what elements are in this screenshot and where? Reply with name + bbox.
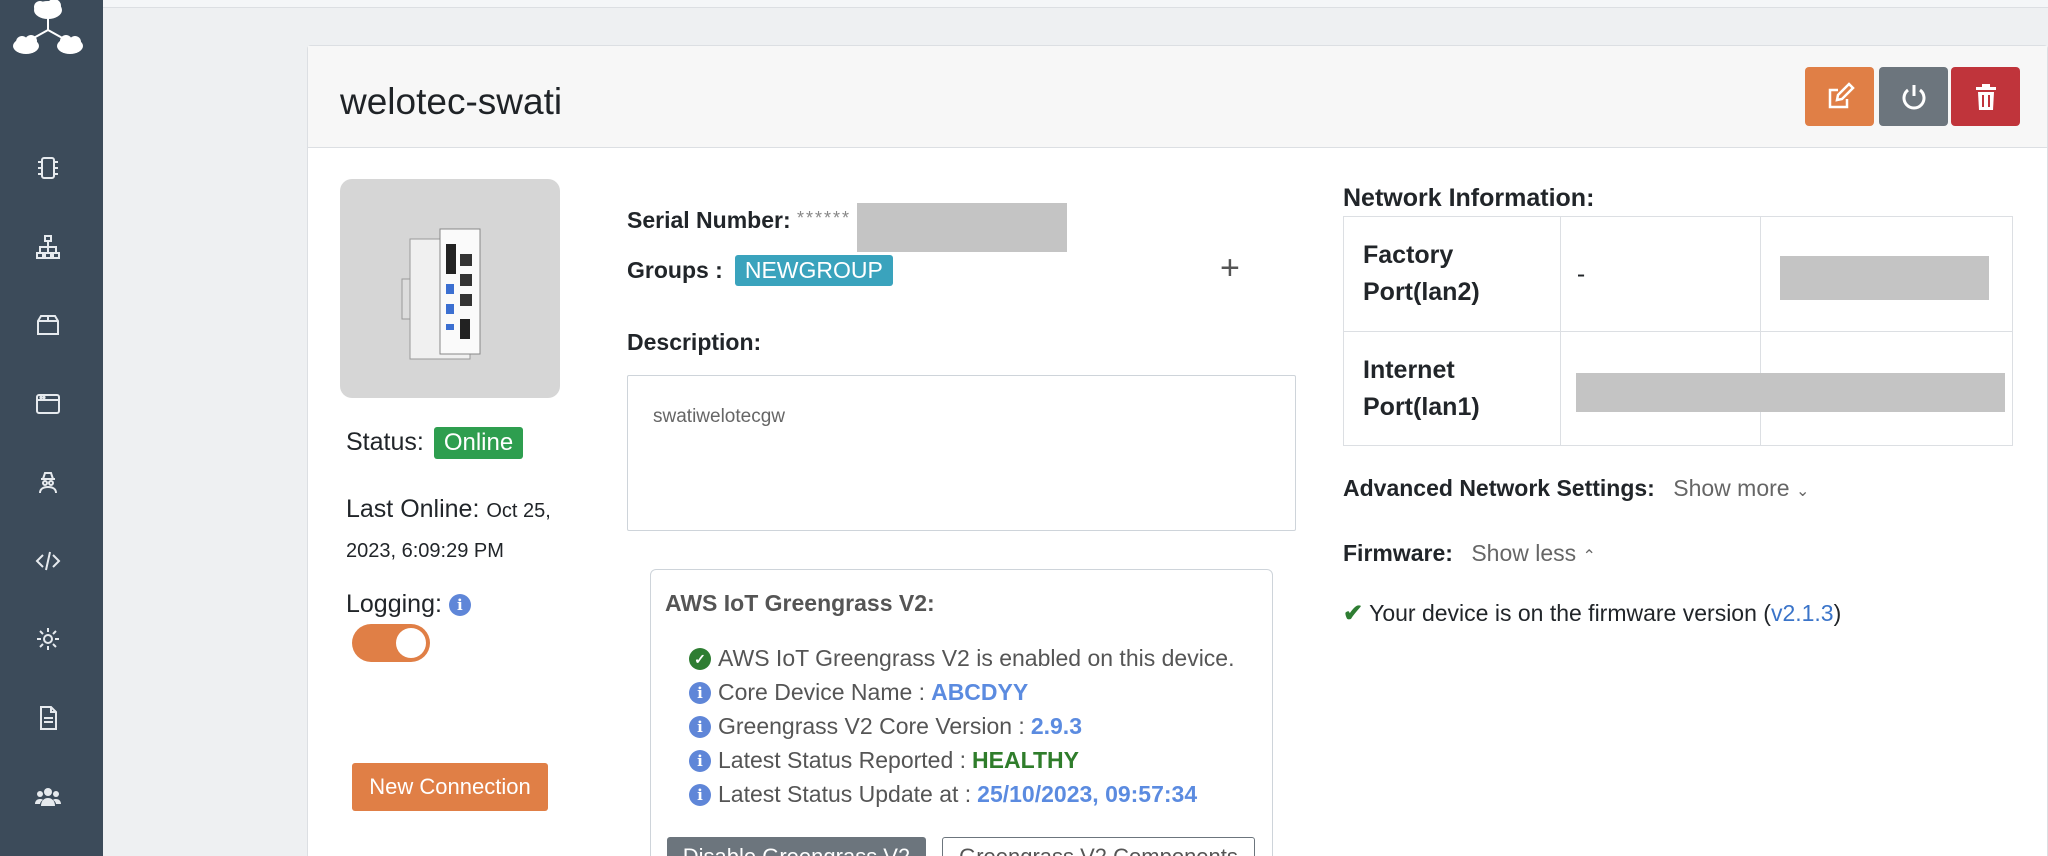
new-connection-button[interactable]: New Connection bbox=[352, 763, 548, 811]
enabled-text: AWS IoT Greengrass V2 is enabled on this… bbox=[718, 645, 1235, 671]
greengrass-enabled: ✓ AWS IoT Greengrass V2 is enabled on thi… bbox=[689, 645, 1235, 672]
last-online-value-2: 2023, 6:09:29 PM bbox=[346, 540, 504, 562]
disable-greengrass-button[interactable]: Disable Greengrass V2 bbox=[667, 837, 926, 856]
power-icon bbox=[1902, 84, 1925, 109]
port-name: Internet Port(lan1) bbox=[1343, 331, 1561, 446]
status-update-row: i Latest Status Update at :25/10/2023, 09… bbox=[689, 781, 1197, 808]
chevron-up-icon: ⌃ bbox=[1582, 548, 1596, 565]
core-name-value: ABCDYY bbox=[931, 679, 1029, 705]
check-icon: ✔ bbox=[1343, 600, 1364, 627]
delete-button[interactable] bbox=[1951, 67, 2020, 126]
code-icon[interactable] bbox=[30, 543, 66, 579]
status-label: Status: bbox=[346, 428, 424, 456]
groups-label: Groups : bbox=[627, 257, 723, 283]
show-more-text: Show more bbox=[1673, 475, 1790, 501]
status-badge: Online bbox=[433, 427, 524, 459]
info-icon: i bbox=[689, 749, 711, 772]
firmware-msg-close: ) bbox=[1833, 600, 1842, 626]
document-icon[interactable] bbox=[30, 700, 66, 736]
table-row: Internet Port(lan1) bbox=[1343, 331, 2014, 446]
trash-icon bbox=[1975, 83, 1996, 110]
status-update-value: 25/10/2023, 09:57:34 bbox=[977, 781, 1198, 807]
show-more-link[interactable]: Show more ⌄ bbox=[1673, 475, 1809, 501]
redacted-value bbox=[1779, 256, 1989, 300]
port-extra bbox=[1759, 216, 2014, 332]
edit-icon bbox=[1828, 81, 1855, 108]
power-button[interactable] bbox=[1879, 67, 1948, 126]
last-online-value-1: Oct 25, bbox=[486, 500, 551, 522]
firmware-label: Firmware: bbox=[1343, 540, 1453, 566]
advanced-network-row: Advanced Network Settings: Show more ⌄ bbox=[1343, 475, 1809, 502]
spy-user-icon[interactable] bbox=[30, 464, 66, 500]
description-label: Description: bbox=[627, 329, 762, 355]
edit-button[interactable] bbox=[1805, 67, 1874, 126]
greengrass-title: AWS IoT Greengrass V2: bbox=[665, 590, 935, 616]
firmware-row: Firmware: Show less ⌃ bbox=[1343, 540, 1596, 567]
gear-icon[interactable] bbox=[30, 621, 66, 657]
serial-redacted bbox=[857, 203, 1067, 252]
port-name: Factory Port(lan2) bbox=[1343, 216, 1561, 332]
users-icon[interactable] bbox=[30, 778, 66, 814]
core-name-label: Core Device Name : bbox=[718, 679, 926, 705]
status-row: Status: Online bbox=[346, 427, 524, 459]
hierarchy-icon[interactable] bbox=[30, 229, 66, 265]
advanced-label: Advanced Network Settings: bbox=[1343, 475, 1655, 501]
status-reported-value: HEALTHY bbox=[972, 747, 1079, 773]
info-icon: i bbox=[689, 715, 711, 738]
info-icon: i bbox=[689, 783, 711, 806]
network-table: Factory Port(lan2) - Internet Port(lan1) bbox=[1343, 216, 2014, 446]
port-ip bbox=[1559, 331, 2005, 446]
core-name-row: i Core Device Name : ABCDYY bbox=[689, 679, 1028, 706]
add-group-button[interactable]: + bbox=[1220, 251, 1240, 285]
serial-mask: ****** bbox=[797, 208, 852, 228]
sidebar bbox=[0, 0, 103, 856]
info-icon[interactable]: i bbox=[448, 594, 471, 617]
top-bar bbox=[103, 0, 2048, 8]
network-title: Network Information: bbox=[1343, 184, 1595, 212]
status-update-label: Latest Status Update at : bbox=[718, 781, 972, 807]
last-online-label: Last Online: bbox=[346, 495, 480, 523]
port-ip: - bbox=[1559, 216, 1761, 332]
greengrass-panel: AWS IoT Greengrass V2: ✓ AWS IoT Greengra… bbox=[650, 569, 1273, 856]
firmware-message: ✔ Your device is on the firmware version… bbox=[1343, 599, 1841, 628]
last-online: Last Online: Oct 25, 2023, 6:09:29 PM bbox=[346, 490, 551, 570]
description-field[interactable]: swatiwelotecgw bbox=[627, 375, 1296, 531]
device-image bbox=[340, 179, 560, 398]
card-header: welotec-swati bbox=[308, 46, 2047, 148]
logging-row: Logging: i bbox=[346, 590, 471, 619]
firmware-version-link[interactable]: v2.1.3 bbox=[1771, 600, 1834, 627]
cloud-network-logo[interactable] bbox=[10, 0, 86, 62]
show-less-link[interactable]: Show less ⌃ bbox=[1471, 540, 1596, 566]
status-reported-label: Latest Status Reported : bbox=[718, 747, 967, 773]
chevron-down-icon: ⌄ bbox=[1795, 483, 1810, 500]
package-icon[interactable] bbox=[30, 307, 66, 343]
redacted-value bbox=[1575, 373, 2005, 412]
table-row: Factory Port(lan2) - bbox=[1343, 216, 2014, 332]
logging-toggle[interactable] bbox=[352, 624, 430, 662]
info-icon: i bbox=[689, 681, 711, 704]
group-badge[interactable]: NEWGROUP bbox=[734, 255, 893, 286]
serial-label: Serial Number: bbox=[627, 207, 791, 233]
core-version-value: 2.9.3 bbox=[1030, 713, 1082, 739]
firmware-msg-text: Your device is on the firmware version ( bbox=[1369, 600, 1771, 626]
status-reported-row: i Latest Status Reported : HEALTHY bbox=[689, 747, 1079, 774]
page-title: welotec-swati bbox=[340, 81, 563, 122]
browser-window-icon[interactable] bbox=[30, 386, 66, 422]
core-version-label: Greengrass V2 Core Version : bbox=[718, 713, 1025, 739]
groups-row: Groups : NEWGROUP bbox=[627, 255, 893, 286]
greengrass-components-button[interactable]: Greengrass V2 Components bbox=[942, 837, 1255, 856]
logging-label: Logging: bbox=[346, 590, 442, 618]
show-less-text: Show less bbox=[1471, 540, 1577, 566]
core-version-row: i Greengrass V2 Core Version :2.9.3 bbox=[689, 713, 1082, 740]
check-circle-icon: ✓ bbox=[689, 647, 711, 670]
chip-icon[interactable] bbox=[30, 150, 66, 186]
toggle-knob bbox=[396, 628, 426, 658]
